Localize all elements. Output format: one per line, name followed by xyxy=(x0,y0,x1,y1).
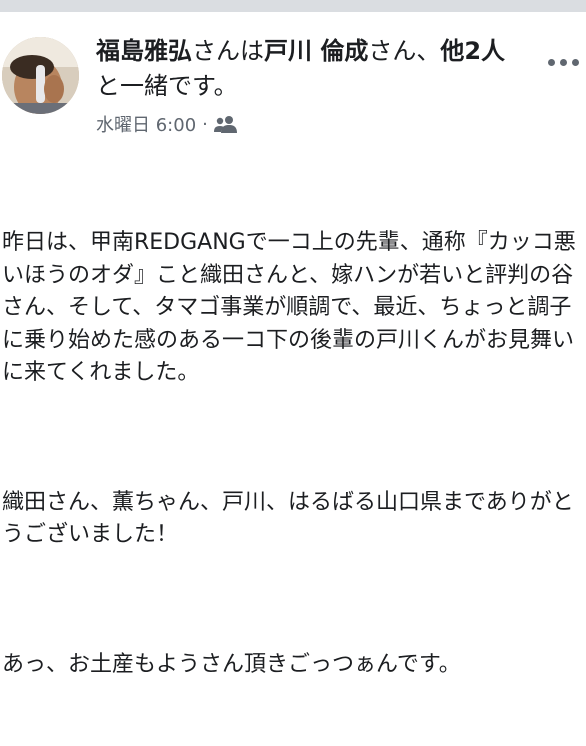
post-timestamp[interactable]: 水曜日 6:00 xyxy=(96,111,196,137)
tagged-others[interactable]: 他2人 xyxy=(440,37,505,65)
avatar[interactable] xyxy=(2,37,79,114)
post-paragraph: あっ、お土産もようさん頂きごっつぁんです。 xyxy=(2,651,461,677)
post-paragraph: 織田さん、薫ちゃん、戸川、はるばる山口県までありがとうございました！ xyxy=(2,489,574,548)
header-suffix: と一緒です。 xyxy=(96,72,238,100)
tagged-user[interactable]: 戸川 倫成 xyxy=(264,37,368,65)
post-body: 昨日は、甲南REDGANGで一コ上の先輩、通称『カッコ悪いほうのオダ』こと織田さ… xyxy=(2,162,586,746)
header-connector: さんは xyxy=(192,37,264,65)
more-options-icon[interactable] xyxy=(548,52,586,72)
friends-icon[interactable] xyxy=(213,115,238,133)
header-connector-2: さん、 xyxy=(368,37,441,65)
post-paragraph: 昨日は、甲南REDGANGで一コ上の先輩、通称『カッコ悪いほうのオダ』こと織田さ… xyxy=(2,230,576,385)
post-header: 福島雅弘さんは戸川 倫成さん、他2人と一緒です。 xyxy=(96,34,526,104)
avatar-photo xyxy=(2,37,79,114)
top-divider xyxy=(0,0,586,12)
post-meta: 水曜日 6:00 · xyxy=(96,112,238,136)
meta-separator: · xyxy=(202,113,208,135)
author-name[interactable]: 福島雅弘 xyxy=(96,37,192,65)
post-card: 福島雅弘さんは戸川 倫成さん、他2人と一緒です。 水曜日 6:00 · 昨日は、… xyxy=(0,12,586,677)
